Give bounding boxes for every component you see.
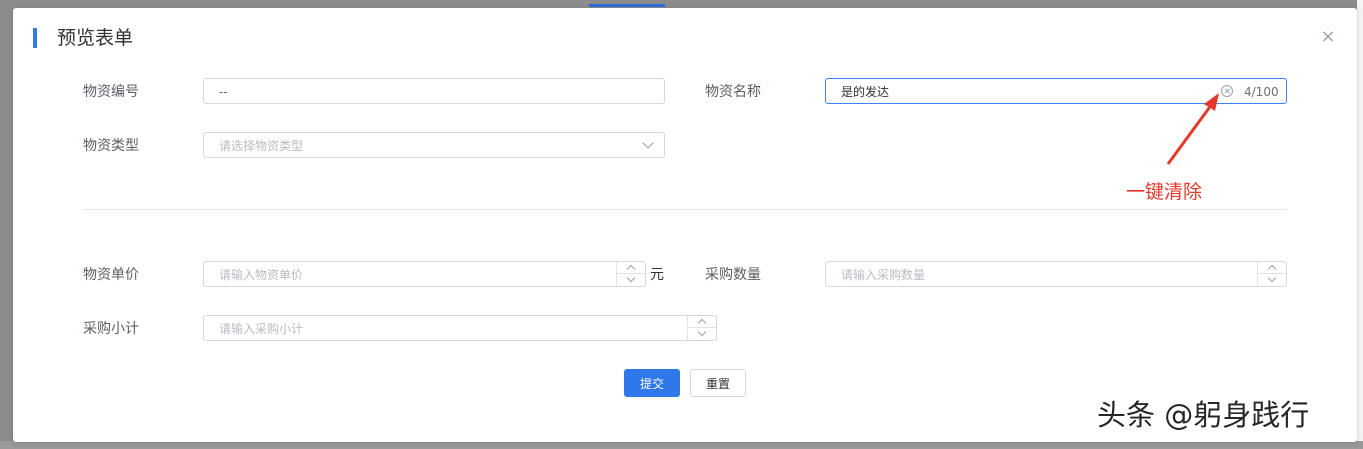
annotation-arrow	[1166, 93, 1219, 165]
annotation-label: 一键清除	[1126, 181, 1203, 203]
arrow-shaft	[1166, 103, 1214, 165]
watermark: 头条 @躬身践行	[1097, 398, 1310, 432]
arrow-head	[1204, 93, 1219, 111]
